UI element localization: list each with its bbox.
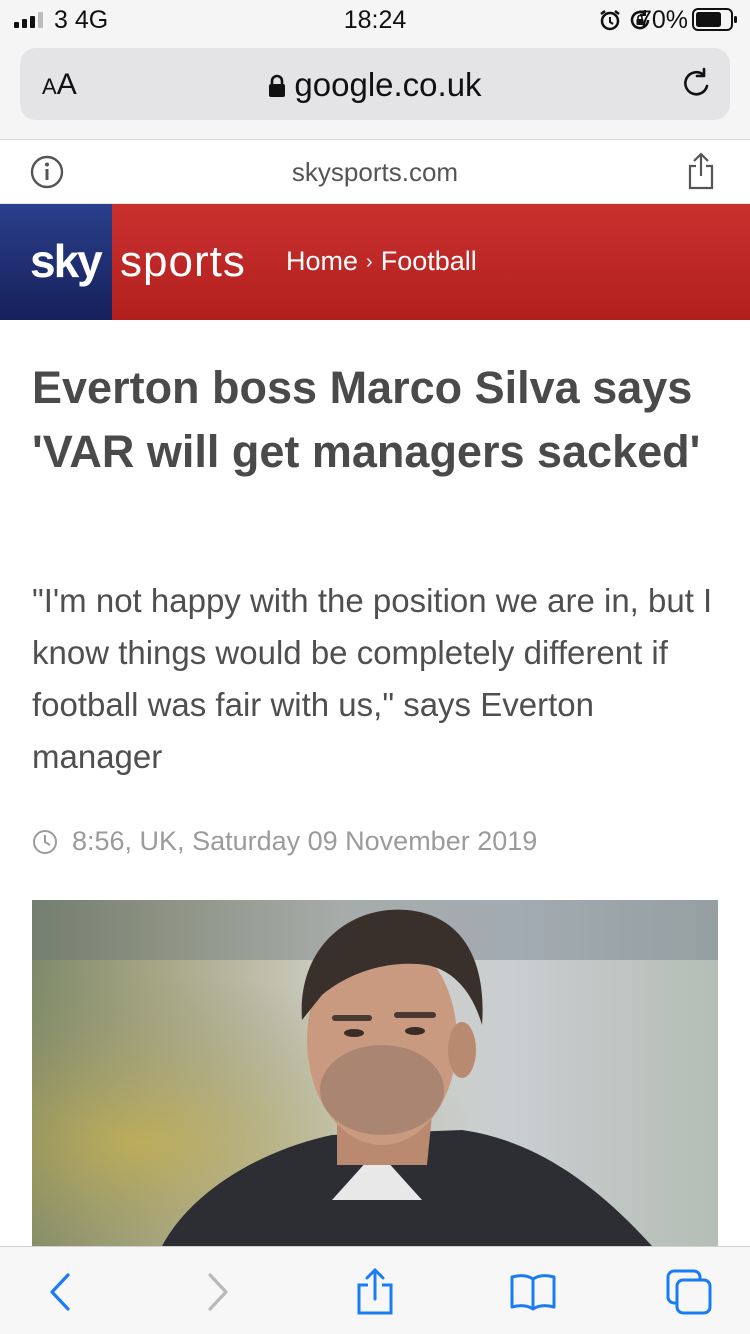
timestamp-text: 8:56, UK, Saturday 09 November 2019 [72,826,538,856]
site-header: sky sports Home › Football [0,204,750,320]
logo-sports[interactable]: sports [120,237,246,287]
reload-icon[interactable] [678,66,714,102]
share-icon[interactable] [686,152,716,190]
address-display[interactable]: google.co.uk [20,66,730,104]
logo-sky: sky [30,235,103,287]
breadcrumb-football[interactable]: Football [381,246,477,276]
tabs-icon[interactable] [664,1267,714,1317]
sky-logo-block[interactable]: sky [0,204,112,320]
clock-icon [33,829,57,854]
back-icon[interactable] [36,1267,86,1317]
address-bar[interactable]: AA google.co.uk [20,48,730,120]
breadcrumb: Home › Football [286,246,477,277]
bookmarks-icon[interactable] [508,1267,558,1317]
article-standfirst: "I'm not happy with the position we are … [32,582,713,775]
site-domain: skysports.com [291,157,459,187]
lock-icon [269,74,286,97]
breadcrumb-home[interactable]: Home [286,246,358,276]
article-timestamp: 8:56, UK, Saturday 09 November 2019 [32,826,537,857]
site-bar: skysports.com [0,140,750,204]
share-icon[interactable] [350,1267,400,1317]
article-headline: Everton boss Marco Silva says 'VAR will … [32,362,701,477]
address-text: google.co.uk [294,66,482,103]
battery-percent: 70% [637,6,688,34]
browser-chrome: AA google.co.uk [0,40,750,140]
battery-icon [692,8,737,31]
article-photo[interactable] [32,900,718,1246]
browser-toolbar [0,1246,750,1334]
breadcrumb-separator: › [366,251,373,273]
status-bar: 3 4G 18:24 70% [0,0,750,40]
manager-portrait-image [32,900,718,1246]
alarm-icon [600,10,620,31]
forward-icon[interactable] [192,1267,242,1317]
